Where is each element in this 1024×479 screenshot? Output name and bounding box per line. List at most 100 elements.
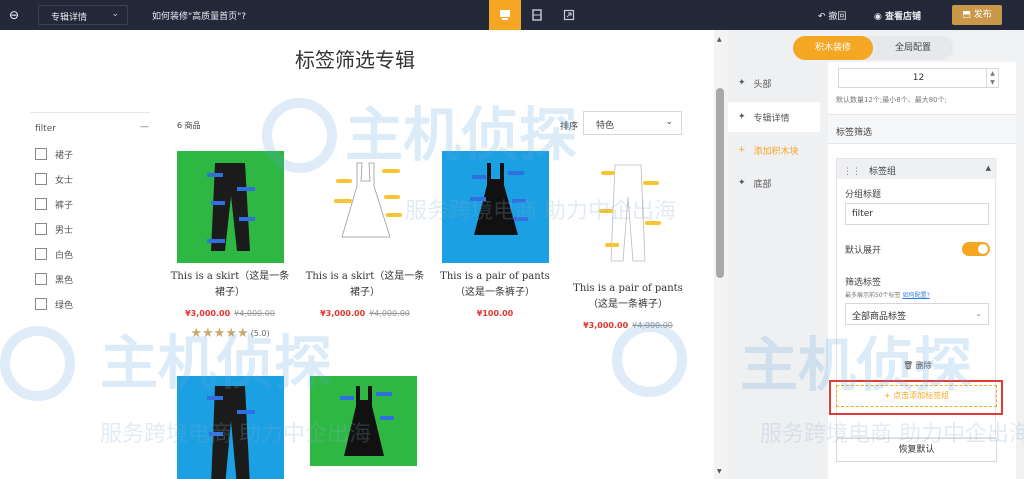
tag-select[interactable]: 全部商品标签 ⌄ [845, 303, 989, 325]
filter-head: filter [35, 124, 56, 134]
help-link[interactable]: 如何装修"高质量首页"? [152, 9, 246, 22]
tablet-view-icon[interactable] [521, 0, 553, 30]
filter-option[interactable]: 黑色 [35, 273, 73, 286]
pin-icon: ✦ [738, 112, 746, 122]
fullscreen-icon[interactable] [553, 0, 585, 30]
undo-button[interactable]: ↶ 撤回 [818, 9, 846, 22]
watermark-globe-icon [0, 326, 75, 401]
group-title-input[interactable]: filter [845, 203, 989, 225]
tab-head[interactable]: ✦ 头部 [728, 68, 820, 98]
filter-option[interactable]: 绿色 [35, 298, 73, 311]
mode-blocks[interactable]: 积木装修 [793, 36, 873, 60]
chevron-down-icon: ⌄ [975, 309, 982, 318]
delete-button[interactable]: 🗑 删除 [903, 360, 932, 371]
checkbox[interactable] [35, 148, 47, 160]
scroll-thumb[interactable] [716, 88, 724, 278]
filter-sidebar: filter — 裙子 女士 裤子 男士 白色 黑色 绿色 [30, 112, 150, 352]
top-bar: ⊖ 专辑详情 ⌄ 如何装修"高质量首页"? ↶ 撤回 ◉ 查看店铺 ⬒ 发布 [0, 0, 1024, 30]
checkbox[interactable] [35, 248, 47, 260]
module-tabs: ✦ 头部 ✦ 专辑详情 + 添加积木块 ✦ 底部 [728, 30, 820, 479]
view-store-button[interactable]: ◉ 查看店铺 [874, 9, 921, 22]
watermark-globe-icon [612, 322, 687, 397]
highlight-box [829, 380, 1003, 415]
product-price: ¥3,000.00 ¥4,000.00 [185, 309, 275, 318]
undo-icon: ↶ [818, 12, 826, 22]
product-card[interactable] [303, 376, 423, 466]
product-price: ¥3,000.00 ¥4,000.00 [320, 309, 410, 318]
pin-icon: ✦ [738, 78, 746, 88]
rating: ★★★★★ (5.0) [190, 326, 270, 341]
page-title: 标签筛选专辑 [295, 48, 415, 72]
product-image[interactable] [575, 151, 682, 275]
page-select-value: 专辑详情 [51, 13, 88, 23]
back-logo-icon[interactable]: ⊖ [9, 8, 23, 22]
product-title[interactable]: This is a skirt（这是一条裙子） [170, 269, 290, 301]
publish-button[interactable]: ⬒ 发布 [952, 5, 1002, 25]
collapse-icon[interactable]: — [140, 122, 150, 132]
product-image[interactable] [177, 151, 284, 263]
product-price: ¥100.00 [476, 309, 514, 318]
star-icon: ★★★★★ [190, 326, 249, 341]
checkbox[interactable] [35, 223, 47, 235]
page-preview: 标签筛选专辑 filter — 裙子 女士 裤子 男士 白色 黑色 绿色 6 商… [0, 30, 714, 479]
filter-option[interactable]: 女士 [35, 173, 73, 186]
tab-album-detail[interactable]: ✦ 专辑详情 [728, 102, 820, 132]
product-count-input[interactable]: 12 ▲ ▼ [838, 68, 999, 88]
filter-option[interactable]: 男士 [35, 223, 73, 236]
chevron-down-icon: ⌄ [111, 9, 119, 19]
sort-select[interactable]: 特色 ⌄ [583, 111, 682, 135]
product-count: 6 商品 [177, 121, 201, 130]
product-title[interactable]: This is a skirt（这是一条裙子） [305, 269, 425, 301]
eye-icon: ◉ [874, 12, 882, 22]
product-title[interactable]: This is a pair of pants（这是一条裤子） [435, 269, 555, 301]
default-expand-toggle[interactable] [962, 242, 990, 256]
tab-footer[interactable]: ✦ 底部 [728, 168, 820, 198]
trash-icon: 🗑 [903, 361, 914, 370]
product-title[interactable]: This is a pair of pants（这是一条裤子） [568, 281, 688, 313]
checkbox[interactable] [35, 173, 47, 185]
default-expand-label: 默认展开 [845, 246, 882, 256]
product-image[interactable] [177, 376, 284, 479]
canvas-scrollbar[interactable]: ▲ ▼ [714, 30, 728, 479]
filter-tags-hint: 最多展示前50个标签 如何配置? [845, 292, 930, 299]
product-card[interactable] [170, 376, 290, 479]
count-hint: 默认数量12个;最小8个、最大80个; [836, 96, 947, 104]
tab-add-block[interactable]: + 添加积木块 [728, 135, 820, 165]
checkbox[interactable] [35, 298, 47, 310]
desktop-view-icon[interactable] [489, 0, 521, 30]
section-title: 标签筛选 [828, 114, 1016, 144]
product-image[interactable] [312, 151, 419, 263]
publish-icon: ⬒ [962, 10, 971, 20]
drag-handle-icon[interactable]: ⋮⋮ [843, 167, 861, 177]
reset-default-button[interactable]: 恢复默认 [836, 438, 997, 462]
view-mode-tabs [489, 0, 585, 30]
how-to-config-link[interactable]: 如何配置? [903, 292, 930, 299]
chevron-down-icon: ⌄ [665, 117, 673, 127]
product-card[interactable]: This is a skirt（这是一条裙子） ¥3,000.00 ¥4,000.… [170, 151, 290, 341]
tag-group-header[interactable]: ⋮⋮ 标签组 ▲ [837, 159, 997, 179]
product-image[interactable] [310, 376, 417, 466]
product-card[interactable]: This is a pair of pants（这是一条裤子） ¥3,000.0… [568, 151, 688, 330]
toggle-knob [978, 244, 988, 254]
product-image[interactable] [442, 151, 549, 263]
checkbox[interactable] [35, 198, 47, 210]
page-select[interactable]: 专辑详情 ⌄ [38, 5, 128, 25]
group-title-label: 分组标题 [845, 190, 882, 200]
pin-icon: ✦ [738, 178, 746, 188]
checkbox[interactable] [35, 273, 47, 285]
settings-panel: 12 ▲ ▼ 默认数量12个;最小8个、最大80个; 标签筛选 ⋮⋮ 标签组 ▲ 分… [828, 62, 1016, 479]
plus-icon: + [738, 145, 746, 155]
product-card[interactable]: This is a skirt（这是一条裙子） ¥3,000.00 ¥4,000.… [305, 151, 425, 318]
scroll-down-icon[interactable]: ▼ [717, 468, 722, 475]
mode-global[interactable]: 全局配置 [873, 36, 953, 60]
filter-option[interactable]: 白色 [35, 248, 73, 261]
watermark-globe-icon [262, 98, 337, 173]
product-card[interactable]: This is a pair of pants（这是一条裤子） ¥100.00 [435, 151, 555, 318]
filter-tags-label: 筛选标签 [845, 278, 882, 288]
mode-switch: 积木装修 全局配置 [793, 36, 953, 60]
caret-up-icon[interactable]: ▲ [986, 164, 991, 172]
filter-option[interactable]: 裤子 [35, 198, 73, 211]
filter-option[interactable]: 裙子 [35, 148, 73, 161]
stepper-icon[interactable]: ▲ ▼ [986, 69, 998, 87]
scroll-up-icon[interactable]: ▲ [717, 36, 722, 43]
